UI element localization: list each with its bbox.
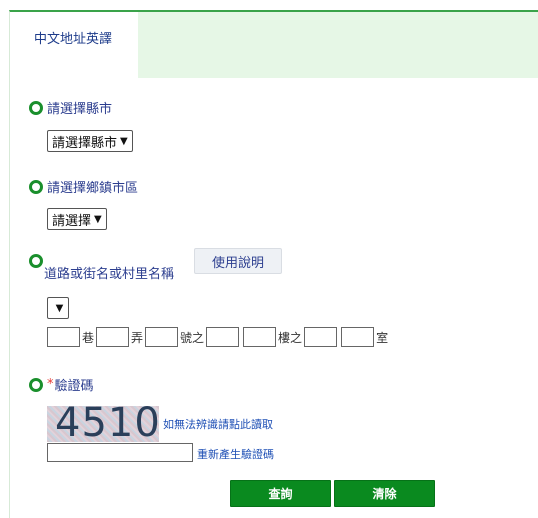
regenerate-captcha-link[interactable]: 重新產生驗證碼: [197, 446, 274, 462]
number-input[interactable]: [145, 327, 179, 347]
chevron-down-icon: ▼: [94, 213, 102, 225]
alley-input[interactable]: [96, 327, 130, 347]
county-label: 請選擇縣市: [29, 98, 112, 117]
road-label: 道路或街名或村里名稱: [44, 267, 175, 282]
clear-button[interactable]: 清除: [334, 480, 435, 507]
bullet-icon: [29, 179, 43, 194]
captcha-image: 4510: [47, 406, 159, 442]
chevron-down-icon: ▼: [55, 302, 64, 314]
number-sub-input[interactable]: [206, 327, 240, 347]
floor-sub-input[interactable]: [304, 327, 338, 347]
tab-bar-background: [138, 12, 538, 78]
road-select[interactable]: ▼: [47, 297, 69, 319]
query-button[interactable]: 查詢: [230, 480, 331, 507]
captcha-label: * 驗證碼: [29, 375, 94, 394]
tab-chinese-address-translation[interactable]: 中文地址英譯: [10, 12, 138, 78]
bullet-icon: [29, 377, 43, 392]
room-input[interactable]: [341, 327, 375, 347]
county-select[interactable]: 請選擇縣市 ▼: [47, 130, 133, 152]
bullet-icon: [29, 254, 43, 268]
floor-input[interactable]: [243, 327, 277, 347]
address-detail-row: 巷 弄 號之 樓之 室: [47, 327, 390, 347]
lane-input[interactable]: [47, 327, 80, 347]
captcha-reload-link[interactable]: 如無法辨識請點此讀取: [163, 416, 273, 432]
district-label: 請選擇鄉鎮市區: [29, 177, 138, 196]
tab-bar: 中文地址英譯: [10, 12, 538, 78]
captcha-input[interactable]: [47, 443, 193, 462]
tab-label: 中文地址英譯: [34, 32, 113, 47]
bullet-icon: [29, 100, 43, 115]
usage-help-button[interactable]: 使用說明: [194, 248, 282, 274]
district-select[interactable]: 請選擇 ▼: [47, 208, 107, 230]
chevron-down-icon: ▼: [120, 135, 128, 147]
